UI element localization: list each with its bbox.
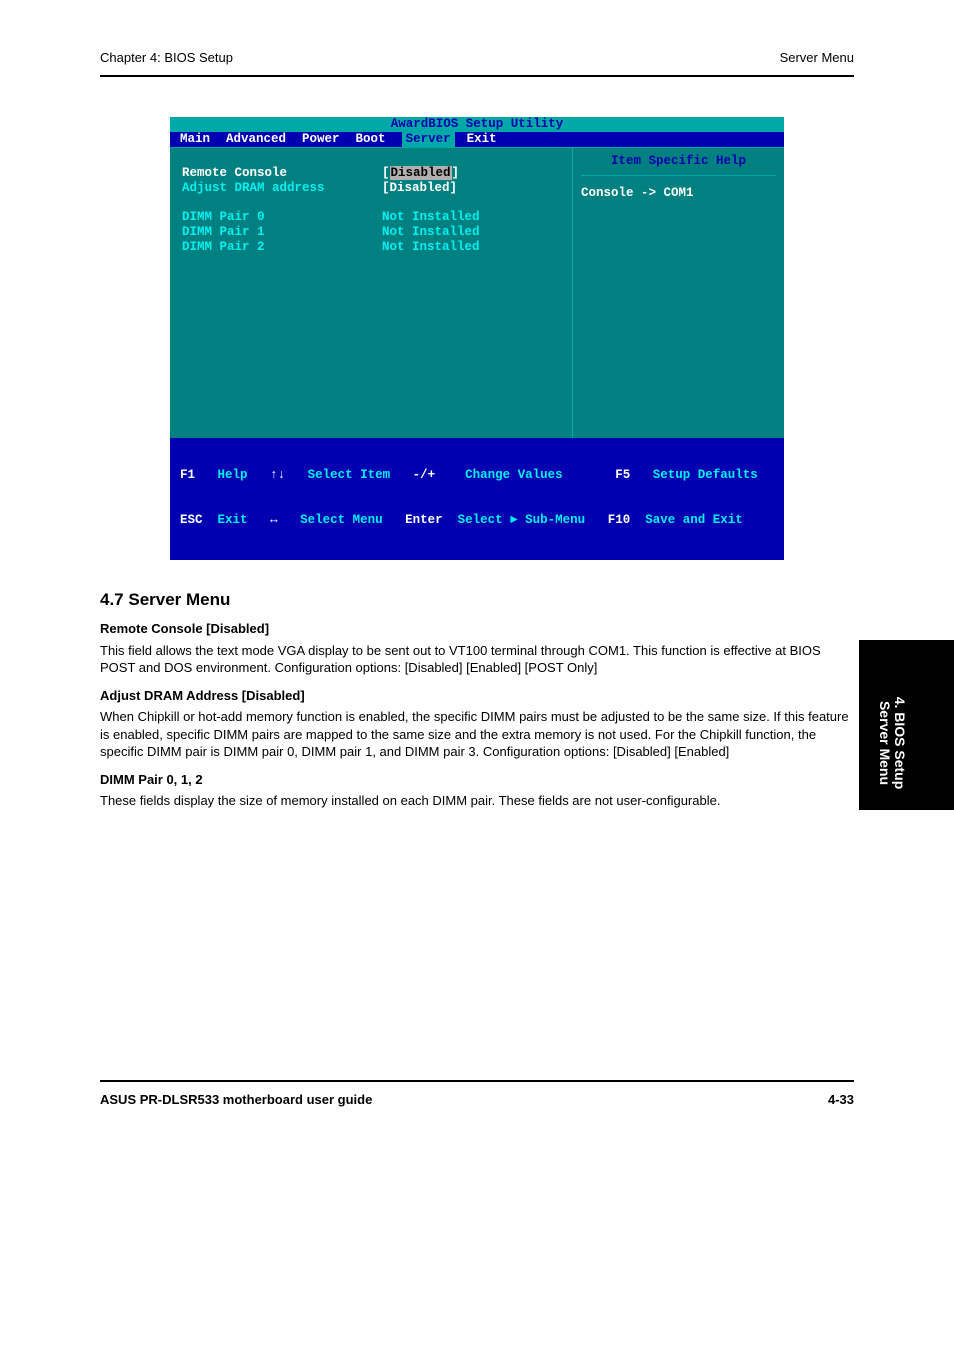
rule-top: [100, 75, 854, 77]
setting-block-dimm-pair: DIMM Pair 0, 1, 2 These fields display t…: [100, 771, 854, 810]
setting-value: [Disabled]: [382, 181, 457, 196]
bios-footer: F1 Help ↑↓ Select Item -/+ Change Values…: [170, 438, 784, 560]
menu-boot[interactable]: Boot: [356, 132, 386, 147]
dimm-label: DIMM Pair 2: [182, 240, 382, 255]
setting-adjust-dram[interactable]: Adjust DRAM address [Disabled]: [182, 181, 564, 196]
footer-right: 4-33: [828, 1092, 854, 1107]
setting-remote-console[interactable]: Remote Console [Disabled]: [182, 166, 564, 181]
footer-line-1: F1 Help ↑↓ Select Item -/+ Change Values…: [180, 468, 774, 483]
rule-bottom: [100, 1080, 854, 1082]
dimm-value: Not Installed: [382, 225, 480, 240]
dimm-pair-2: DIMM Pair 2 Not Installed: [182, 240, 564, 255]
footer-left: ASUS PR-DLSR533 motherboard user guide: [100, 1092, 372, 1107]
dimm-label: DIMM Pair 1: [182, 225, 382, 240]
bios-screenshot: AwardBIOS Setup Utility Main Advanced Po…: [170, 117, 784, 560]
page-header: Chapter 4: BIOS Setup Server Menu: [100, 50, 854, 65]
setting-body: When Chipkill or hot-add memory function…: [100, 708, 854, 761]
bios-help-pane: Item Specific Help Console -> COM1: [572, 148, 784, 438]
page-footer: ASUS PR-DLSR533 motherboard user guide 4…: [100, 1092, 854, 1107]
side-tab-line2: Server Menu: [876, 658, 891, 828]
menu-exit[interactable]: Exit: [467, 132, 497, 147]
setting-block-remote-console: Remote Console [Disabled] This field all…: [100, 620, 854, 677]
setting-heading: Adjust DRAM Address [Disabled]: [100, 687, 854, 705]
side-tab-line1: 4. BIOS Setup: [892, 658, 907, 828]
setting-body: This field allows the text mode VGA disp…: [100, 642, 854, 677]
setting-heading: Remote Console [Disabled]: [100, 620, 854, 638]
dimm-value: Not Installed: [382, 240, 480, 255]
menu-server[interactable]: Server: [402, 132, 455, 147]
bios-settings-pane: Remote Console [Disabled] Adjust DRAM ad…: [170, 148, 572, 438]
menu-advanced[interactable]: Advanced: [226, 132, 286, 147]
help-body: Console -> COM1: [581, 186, 776, 201]
header-left: Chapter 4: BIOS Setup: [100, 50, 233, 65]
setting-block-adjust-dram: Adjust DRAM Address [Disabled] When Chip…: [100, 687, 854, 761]
dimm-pair-0: DIMM Pair 0 Not Installed: [182, 210, 564, 225]
bios-body: Remote Console [Disabled] Adjust DRAM ad…: [170, 147, 784, 438]
dimm-pair-1: DIMM Pair 1 Not Installed: [182, 225, 564, 240]
setting-value: [Disabled]: [382, 166, 459, 181]
menu-power[interactable]: Power: [302, 132, 340, 147]
dimm-label: DIMM Pair 0: [182, 210, 382, 225]
section-heading: 4.7 Server Menu: [100, 590, 854, 610]
dimm-value: Not Installed: [382, 210, 480, 225]
menu-main[interactable]: Main: [180, 132, 210, 147]
setting-heading: DIMM Pair 0, 1, 2: [100, 771, 854, 789]
bios-menubar: Main Advanced Power Boot Server Exit: [170, 132, 784, 147]
setting-label: Remote Console: [182, 166, 382, 181]
side-tab: 4. BIOS Setup Server Menu: [859, 640, 954, 810]
setting-body: These fields display the size of memory …: [100, 792, 854, 810]
header-right: Server Menu: [780, 50, 854, 65]
bios-title: AwardBIOS Setup Utility: [170, 117, 784, 132]
setting-label: Adjust DRAM address: [182, 181, 382, 196]
footer-line-2: ESC Exit ↔ Select Menu Enter Select ► Su…: [180, 513, 774, 528]
help-title: Item Specific Help: [581, 154, 776, 176]
